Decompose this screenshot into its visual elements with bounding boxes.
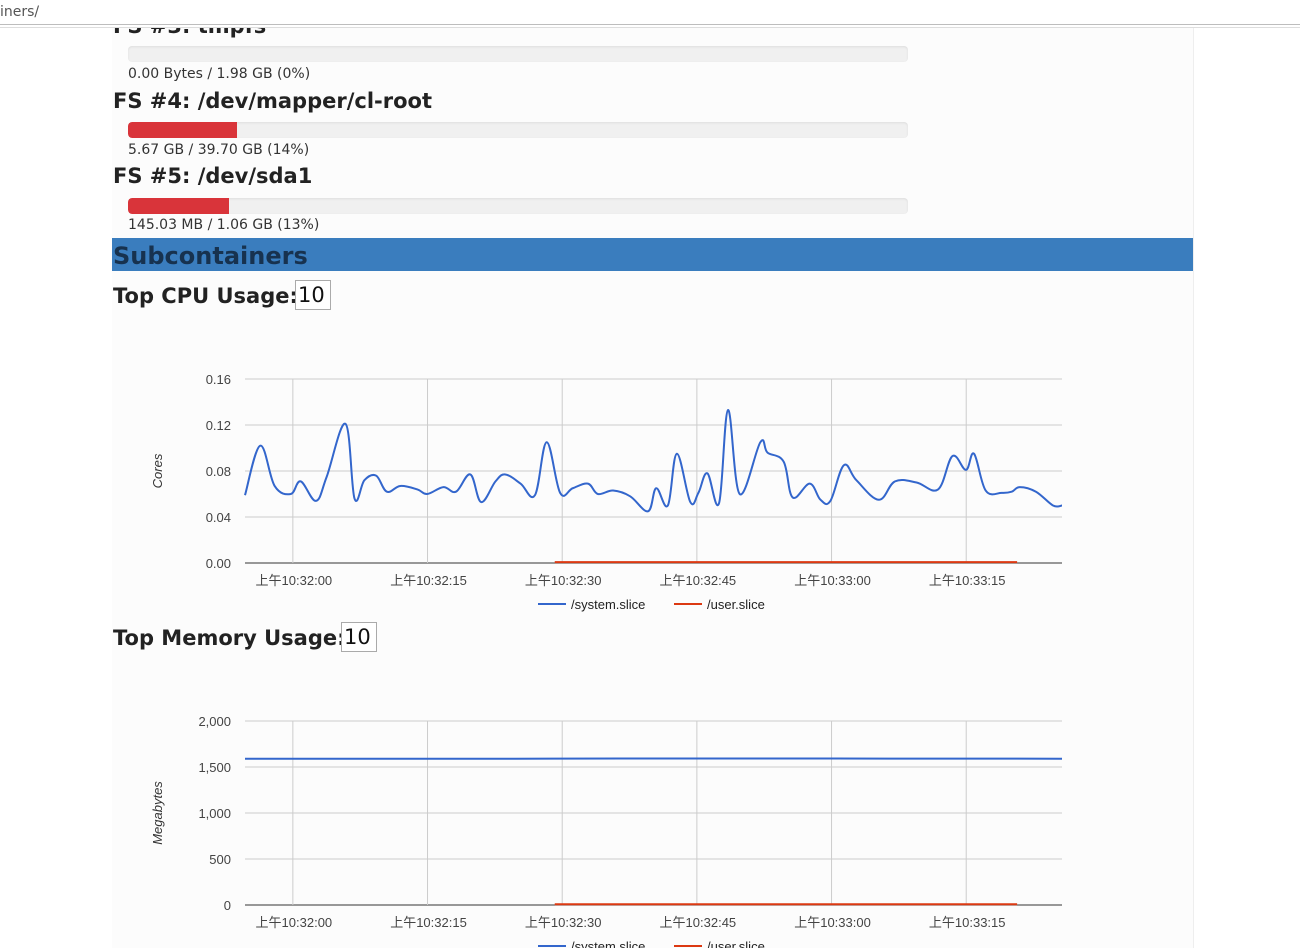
fs-usage-text: 5.67 GB / 39.70 GB (14%) (128, 142, 310, 158)
y-tick-label: 0.08 (206, 464, 231, 479)
x-tick-label: 上午10:32:00 (256, 915, 333, 930)
fs-title: FS #3: tmpfs (113, 28, 266, 38)
y-axis-label: Megabytes (150, 781, 165, 845)
x-tick-label: 上午10:32:15 (390, 573, 467, 588)
x-tick-label: 上午10:33:15 (929, 915, 1006, 930)
x-tick-label: 上午10:32:45 (660, 915, 737, 930)
fs-usage-text: 145.03 MB / 1.06 GB (13%) (128, 217, 320, 233)
y-tick-label: 1,000 (198, 806, 231, 821)
fs-title: FS #4: /dev/mapper/cl-root (113, 89, 432, 113)
url-text: iners/ (0, 4, 40, 20)
fs-usage-text: 0.00 Bytes / 1.98 GB (0%) (128, 66, 311, 82)
legend-label: /user.slice (707, 597, 765, 612)
y-tick-label: 0 (224, 898, 231, 913)
y-axis-label: Cores (150, 453, 165, 488)
fs-usage-bar (128, 198, 908, 214)
x-tick-label: 上午10:33:00 (794, 573, 871, 588)
address-bar[interactable]: iners/ (0, 0, 1300, 25)
fs-usage-fill (128, 198, 230, 214)
y-tick-label: 0.16 (206, 372, 231, 387)
top-memory-count-input[interactable]: 10 (341, 622, 377, 652)
legend-label: /user.slice (707, 939, 765, 948)
x-tick-label: 上午10:33:15 (929, 573, 1006, 588)
x-tick-label: 上午10:32:15 (390, 915, 467, 930)
legend-label: /system.slice (571, 939, 645, 948)
top-memory-label: Top Memory Usage: (113, 626, 346, 650)
x-tick-label: 上午10:32:30 (525, 573, 602, 588)
fs-usage-bar (128, 46, 908, 62)
memory-usage-chart: 0 500 1,000 1,500 2,000 上午10:32:00 上午10:32:15 上… (150, 714, 1063, 948)
y-tick-label: 0.00 (206, 556, 231, 571)
fs-usage-fill (128, 122, 238, 138)
y-tick-label: 0.04 (206, 510, 231, 525)
fs-usage-bar (128, 122, 908, 138)
top-cpu-label: Top CPU Usage: (113, 284, 298, 308)
y-tick-label: 1,500 (198, 760, 231, 775)
x-tick-label: 上午10:33:00 (794, 915, 871, 930)
x-tick-label: 上午10:32:30 (525, 915, 602, 930)
y-tick-label: 0.12 (206, 418, 231, 433)
x-tick-label: 上午10:32:45 (660, 573, 737, 588)
x-tick-label: 上午10:32:00 (256, 573, 333, 588)
fs-title: FS #5: /dev/sda1 (113, 164, 313, 188)
y-tick-label: 2,000 (198, 714, 231, 729)
cpu-usage-chart: 0.00 0.04 0.08 0.12 0.16 上午10:32:00 上午10:32:15… (150, 372, 1063, 612)
subcontainers-header: Subcontainers (112, 238, 1193, 271)
y-tick-label: 500 (209, 852, 231, 867)
top-cpu-count-input[interactable]: 10 (295, 280, 331, 310)
container-stats-panel: FS #3: tmpfs 0.00 Bytes / 1.98 GB (0%) F… (112, 28, 1194, 948)
legend-label: /system.slice (571, 597, 645, 612)
